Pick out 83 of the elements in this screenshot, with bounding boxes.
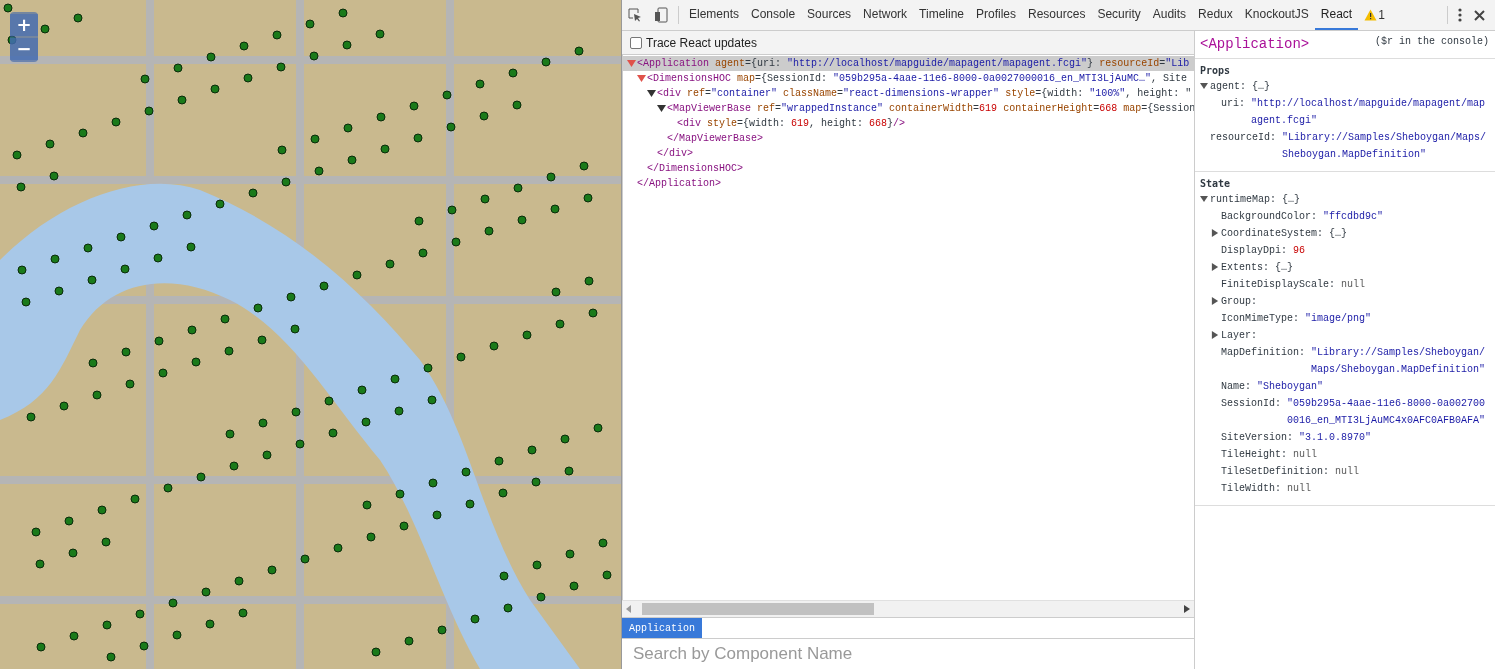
- console-hint: ($r in the console): [1374, 36, 1489, 47]
- expand-arrow-icon[interactable]: [1200, 195, 1208, 203]
- devtools-tab[interactable]: KnockoutJS: [1238, 0, 1315, 30]
- tree-node[interactable]: <div style={width: 619, height: 668}/>: [623, 116, 1194, 131]
- prop-value: null: [1287, 482, 1312, 496]
- tree-node[interactable]: <MapViewerBase ref="wrappedInstance" containerWidth=619 containerHeight=668 map={Session: [623, 101, 1194, 116]
- prop-value: null: [1293, 448, 1318, 462]
- devtools-tab[interactable]: Redux: [1192, 0, 1239, 30]
- prop-key: agent:: [1210, 78, 1253, 95]
- prop-value: 96: [1293, 244, 1306, 258]
- warning-icon[interactable]: [1364, 9, 1378, 21]
- inspect-icon[interactable]: [628, 8, 642, 22]
- prop-key: TileHeight:: [1221, 446, 1294, 463]
- prop-key: IconMimeType:: [1221, 310, 1306, 327]
- expand-arrow-icon[interactable]: [1200, 82, 1208, 90]
- devtools-tab[interactable]: Elements: [683, 0, 746, 30]
- device-icon[interactable]: [654, 7, 668, 23]
- prop-value: "image/png": [1305, 312, 1372, 326]
- horizontal-scrollbar[interactable]: [622, 600, 1194, 617]
- map-drawing[interactable]: [0, 0, 621, 669]
- close-icon[interactable]: [1474, 9, 1485, 21]
- collapse-arrow-icon[interactable]: [1211, 229, 1219, 237]
- prop-key: CoordinateSystem:: [1221, 225, 1330, 242]
- component-name: <Application>: [1200, 36, 1310, 52]
- prop-key: MapDefinition:: [1221, 344, 1312, 361]
- prop-value: {…}: [1252, 80, 1271, 94]
- tree-node[interactable]: <Application agent={uri: "http://localhost/mapguide/mapagent/mapagent.fcgi"} resourceId="Lib: [623, 56, 1194, 71]
- trace-label: Trace React updates: [646, 35, 757, 50]
- prop-key: uri:: [1221, 95, 1252, 112]
- devtools-tab[interactable]: Console: [745, 0, 802, 30]
- closing-tag: </Application>: [637, 178, 721, 189]
- prop-key: SessionId:: [1221, 395, 1288, 412]
- prop-key: runtimeMap:: [1210, 191, 1283, 208]
- prop-key: DisplayDpi:: [1221, 242, 1294, 259]
- closing-tag: </div>: [657, 148, 693, 159]
- expand-arrow-icon[interactable]: [647, 89, 656, 98]
- prop-value: "059b295a-4aae-11e6-8000-0a0027000016_en_MTI3LjAuMC4x0AFC0AFB0AFA": [1287, 397, 1487, 428]
- scroll-right-icon[interactable]: [1184, 605, 1190, 613]
- more-menu-icon[interactable]: [1458, 8, 1462, 22]
- prop-key: BackgroundColor:: [1221, 208, 1324, 225]
- zoom-out-button[interactable]: −: [10, 38, 38, 60]
- prop-value: {…}: [1329, 227, 1348, 241]
- prop-value: null: [1335, 465, 1360, 479]
- devtools-tab[interactable]: Resources: [1022, 0, 1092, 30]
- devtools-tab[interactable]: Timeline: [913, 0, 970, 30]
- collapse-arrow-icon[interactable]: [1211, 331, 1219, 339]
- prop-value: "http://localhost/mapguide/mapagent/mapagent.fcgi": [1251, 97, 1487, 128]
- devtools-tab[interactable]: Security: [1091, 0, 1147, 30]
- prop-key: resourceId:: [1210, 129, 1283, 146]
- prop-value: {…}: [1275, 261, 1294, 275]
- prop-value: "Library://Samples/Sheboygan/Maps/Sheboygan.MapDefinition": [1311, 346, 1487, 377]
- prop-value: "Library://Samples/Sheboygan/Maps/Sheboygan.MapDefinition": [1282, 131, 1488, 162]
- devtools-tab[interactable]: React: [1314, 0, 1359, 30]
- closing-tag: </DimensionsHOC>: [647, 163, 743, 174]
- collapse-arrow-icon[interactable]: [1211, 263, 1219, 271]
- expand-arrow-icon[interactable]: [657, 104, 666, 113]
- breadcrumb-item[interactable]: Application: [622, 618, 702, 638]
- prop-value: "Sheboygan": [1257, 380, 1324, 394]
- prop-value: {…}: [1282, 193, 1301, 207]
- prop-value: "3.1.0.8970": [1299, 431, 1372, 445]
- devtools-tab[interactable]: Network: [857, 0, 914, 30]
- tree-node[interactable]: <div ref="container" className="react-dimensions-wrapper" style={width: "100%", height: ": [623, 86, 1194, 101]
- prop-key: Layer:: [1221, 327, 1264, 344]
- prop-key: TileSetDefinition:: [1221, 463, 1336, 480]
- prop-key: Group:: [1221, 293, 1264, 310]
- closing-tag: </MapViewerBase>: [667, 133, 763, 144]
- prop-key: Name:: [1221, 378, 1258, 395]
- prop-key: SiteVersion:: [1221, 429, 1300, 446]
- prop-value: null: [1341, 278, 1366, 292]
- warning-count: 1: [1378, 8, 1385, 22]
- prop-key: FiniteDisplayScale:: [1221, 276, 1342, 293]
- prop-key: Extents:: [1221, 259, 1276, 276]
- devtools-tab[interactable]: Profiles: [970, 0, 1023, 30]
- collapse-arrow-icon[interactable]: [1211, 297, 1219, 305]
- tree-node[interactable]: <DimensionsHOC map={SessionId: "059b295a-4aae-11e6-8000-0a0027000016_en_MTI3LjAuMC…", Site: [623, 71, 1194, 86]
- section-title: State: [1200, 178, 1232, 189]
- prop-key: TileWidth:: [1221, 480, 1288, 497]
- zoom-in-button[interactable]: +: [10, 14, 38, 36]
- section-title: Props: [1200, 65, 1232, 76]
- prop-value: "ffcdbd9c": [1323, 210, 1384, 224]
- devtools-tab[interactable]: Audits: [1146, 0, 1193, 30]
- devtools-tab[interactable]: Sources: [801, 0, 858, 30]
- trace-checkbox[interactable]: [630, 36, 642, 49]
